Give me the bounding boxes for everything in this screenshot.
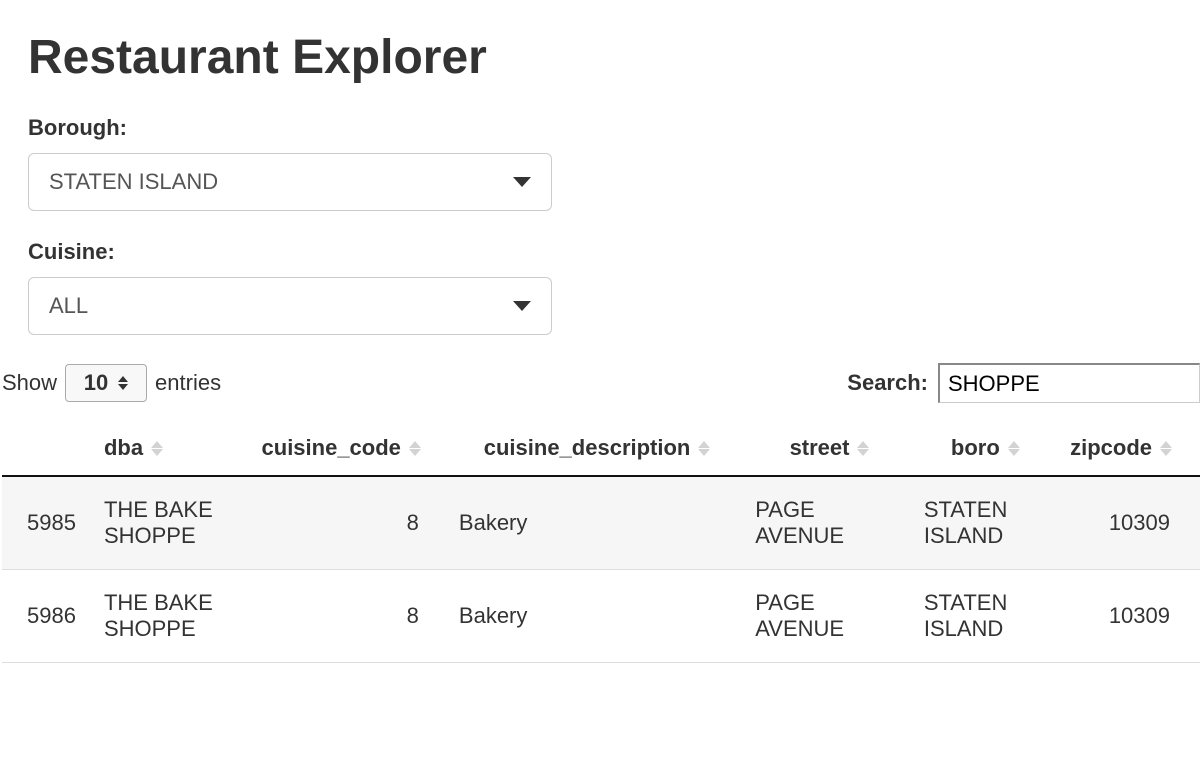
stepper-arrows-icon xyxy=(118,376,128,390)
chevron-down-icon xyxy=(513,177,531,187)
cell-cuisine-code: 8 xyxy=(247,570,449,663)
cell-index: 5986 xyxy=(2,570,94,663)
column-label: zipcode xyxy=(1070,435,1152,461)
cuisine-filter-group: Cuisine: ALL xyxy=(28,239,1200,335)
column-label: boro xyxy=(951,435,1000,461)
page-size-value: 10 xyxy=(84,370,108,396)
cell-index: 5985 xyxy=(2,476,94,570)
cell-cuisine-code: 8 xyxy=(247,476,449,570)
column-header-cuisine-code[interactable]: cuisine_code xyxy=(247,421,449,476)
column-label: cuisine_code xyxy=(262,435,401,461)
cell-cuisine-description: Bakery xyxy=(449,476,745,570)
borough-select-value: STATEN ISLAND xyxy=(49,169,513,195)
cuisine-select-value: ALL xyxy=(49,293,513,319)
show-label: Show xyxy=(2,370,57,396)
cell-cuisine-description: Bakery xyxy=(449,570,745,663)
column-header-street[interactable]: street xyxy=(745,421,914,476)
page-title: Restaurant Explorer xyxy=(28,30,1200,85)
sort-icon xyxy=(409,441,421,456)
column-header-index[interactable] xyxy=(2,421,94,476)
table-row: 5986 THE BAKE SHOPPE 8 Bakery PAGE AVENU… xyxy=(2,570,1200,663)
chevron-down-icon xyxy=(513,301,531,311)
column-header-zipcode[interactable]: zipcode xyxy=(1057,421,1200,476)
borough-filter-group: Borough: STATEN ISLAND xyxy=(28,115,1200,211)
search-control: Search: xyxy=(847,363,1200,403)
cell-boro: STATEN ISLAND xyxy=(914,476,1057,570)
table-controls: Show 10 entries Search: xyxy=(2,363,1200,403)
cell-street: PAGE AVENUE xyxy=(745,570,914,663)
sort-icon xyxy=(151,441,163,456)
column-header-dba[interactable]: dba xyxy=(94,421,247,476)
main-container: Restaurant Explorer Borough: STATEN ISLA… xyxy=(0,0,1200,663)
column-header-cuisine-description[interactable]: cuisine_description xyxy=(449,421,745,476)
cell-zipcode: 10309 xyxy=(1057,476,1200,570)
search-input[interactable] xyxy=(938,363,1200,403)
table-header-row: dba cuisine_code cuisine_description xyxy=(2,421,1200,476)
results-table: dba cuisine_code cuisine_description xyxy=(2,421,1200,663)
show-entries-control: Show 10 entries xyxy=(2,364,221,402)
borough-label: Borough: xyxy=(28,115,1200,141)
search-label: Search: xyxy=(847,370,928,396)
cuisine-label: Cuisine: xyxy=(28,239,1200,265)
cuisine-select[interactable]: ALL xyxy=(28,277,552,335)
column-label: dba xyxy=(104,435,143,461)
page-size-select[interactable]: 10 xyxy=(65,364,147,402)
cell-zipcode: 10309 xyxy=(1057,570,1200,663)
cell-dba: THE BAKE SHOPPE xyxy=(94,476,247,570)
borough-select[interactable]: STATEN ISLAND xyxy=(28,153,552,211)
sort-icon xyxy=(1160,441,1172,456)
cell-dba: THE BAKE SHOPPE xyxy=(94,570,247,663)
table-row: 5985 THE BAKE SHOPPE 8 Bakery PAGE AVENU… xyxy=(2,476,1200,570)
column-header-boro[interactable]: boro xyxy=(914,421,1057,476)
column-label: street xyxy=(790,435,850,461)
sort-icon xyxy=(698,441,710,456)
column-label: cuisine_description xyxy=(484,435,691,461)
entries-label: entries xyxy=(155,370,221,396)
cell-boro: STATEN ISLAND xyxy=(914,570,1057,663)
cell-street: PAGE AVENUE xyxy=(745,476,914,570)
sort-icon xyxy=(1008,441,1020,456)
sort-icon xyxy=(857,441,869,456)
